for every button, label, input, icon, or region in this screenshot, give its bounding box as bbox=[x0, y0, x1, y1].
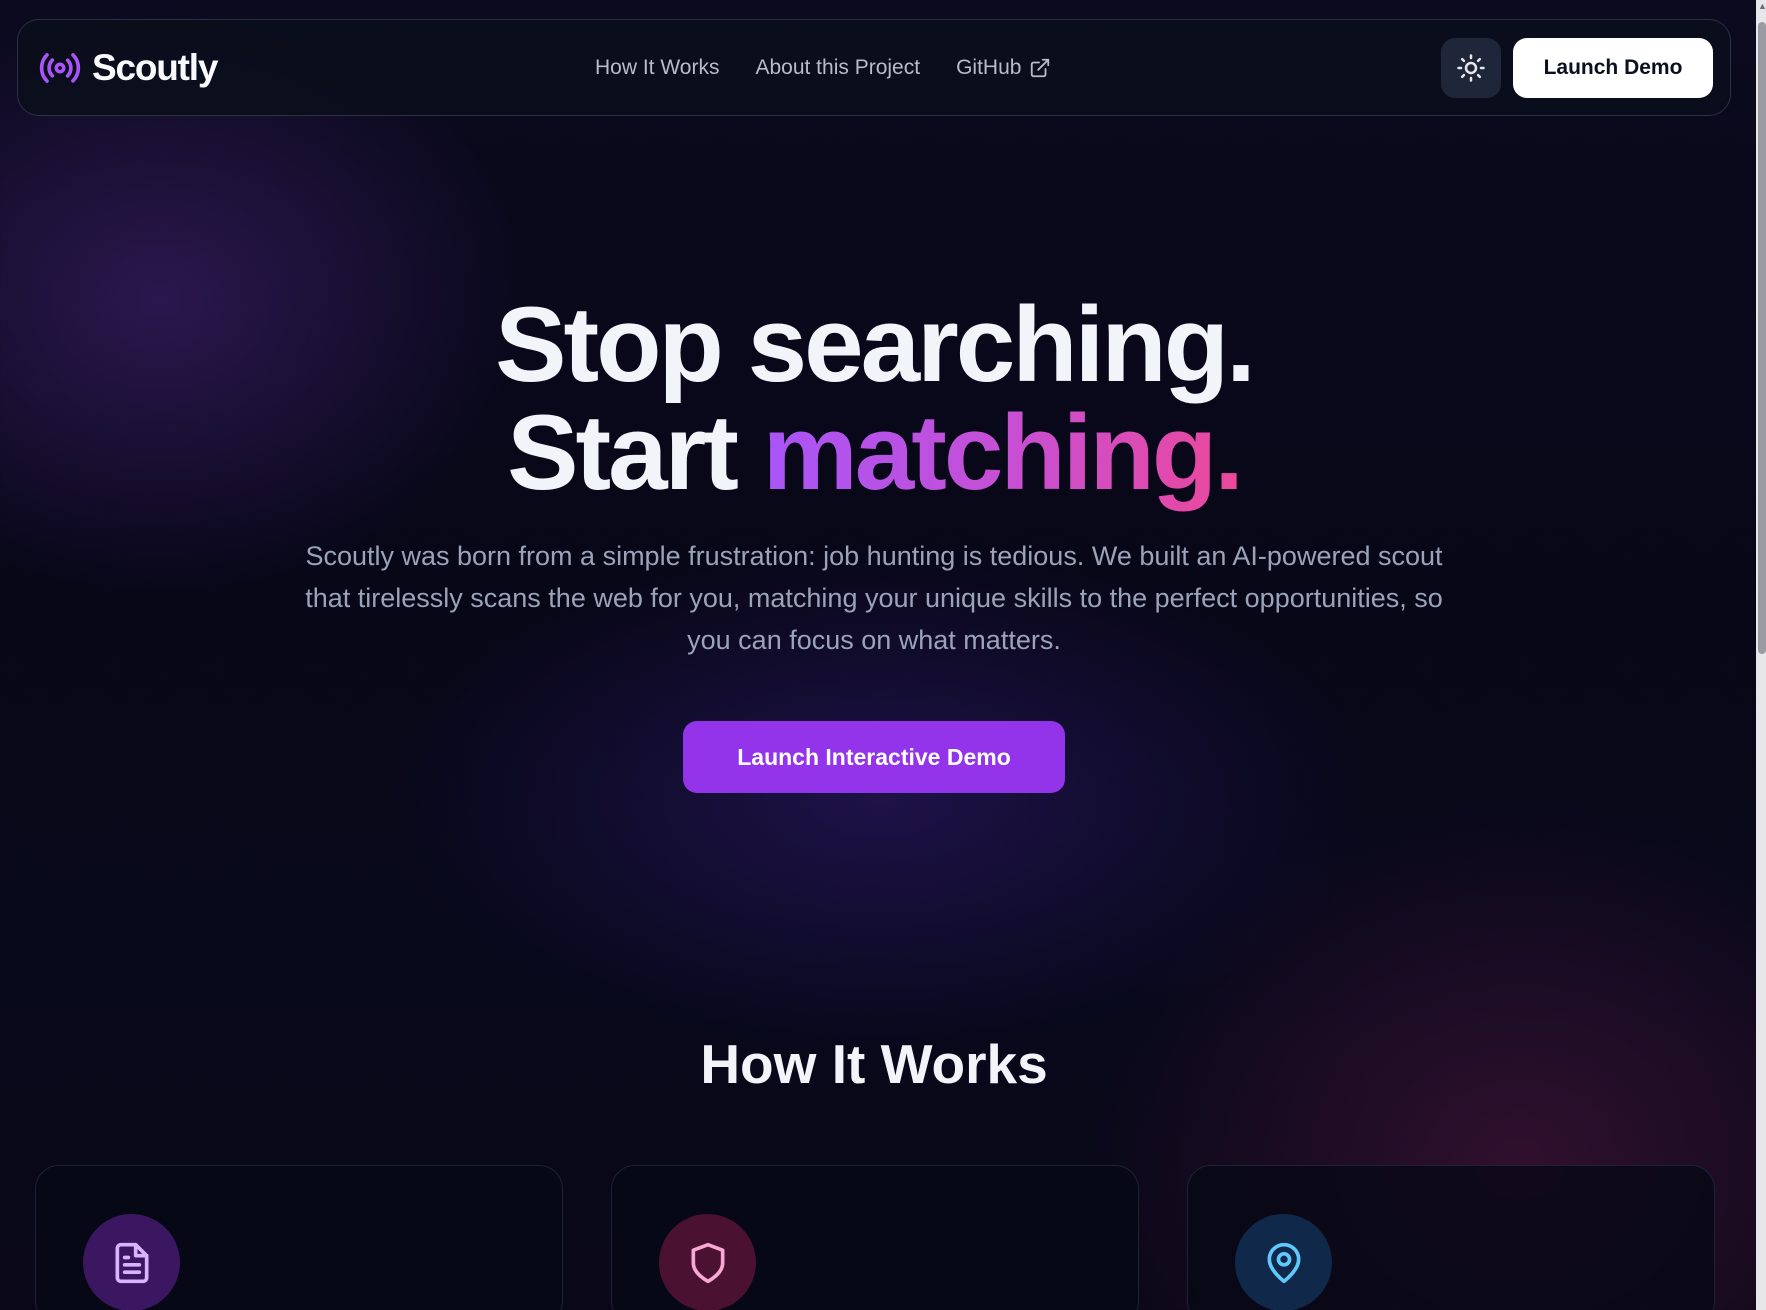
nav-link-label: GitHub bbox=[956, 55, 1022, 79]
how-it-works-title: How It Works bbox=[700, 1033, 1048, 1095]
how-it-works-card-location bbox=[1187, 1165, 1715, 1310]
nav-link-how-it-works[interactable]: How It Works bbox=[595, 56, 719, 80]
page-scrollbar-thumb[interactable] bbox=[1758, 22, 1766, 654]
nav-link-about[interactable]: About this Project bbox=[755, 56, 920, 80]
brand-name: Scoutly bbox=[92, 46, 218, 88]
sun-icon bbox=[1457, 54, 1485, 82]
scroll-up-arrow-icon[interactable]: ▲ bbox=[1758, 0, 1766, 12]
nav-link-label: About this Project bbox=[755, 55, 921, 79]
card-icon-badge bbox=[659, 1214, 756, 1310]
card-icon-badge bbox=[1235, 1214, 1332, 1310]
hero-title: Stop searching. Start matching. bbox=[0, 290, 1748, 506]
launch-interactive-demo-button[interactable]: Launch Interactive Demo bbox=[683, 721, 1065, 793]
top-navbar: Scoutly How It Works About this Project … bbox=[17, 19, 1731, 116]
nav-links: How It Works About this Project GitHub bbox=[595, 20, 1087, 115]
radio-broadcast-icon bbox=[39, 52, 81, 83]
document-icon bbox=[115, 1242, 148, 1283]
nav-link-label: How It Works bbox=[595, 55, 720, 79]
how-it-works-card-privacy bbox=[611, 1165, 1139, 1310]
hero-title-highlight: matching. bbox=[762, 392, 1244, 512]
hero-title-line2-plain: Start bbox=[507, 392, 763, 512]
how-it-works-card-resume bbox=[35, 1165, 563, 1310]
theme-toggle-button[interactable] bbox=[1441, 38, 1501, 98]
hero-title-line1: Stop searching. bbox=[495, 284, 1256, 404]
card-icon-badge bbox=[83, 1214, 180, 1310]
nav-link-github[interactable]: GitHub bbox=[956, 56, 1051, 80]
hero-subtitle: Scoutly was born from a simple frustrati… bbox=[305, 541, 1443, 655]
shield-icon bbox=[691, 1242, 724, 1283]
brand-logo[interactable]: Scoutly bbox=[38, 20, 218, 115]
launch-demo-button[interactable]: Launch Demo bbox=[1513, 38, 1713, 98]
map-pin-icon bbox=[1267, 1242, 1300, 1283]
external-link-icon bbox=[1031, 58, 1050, 77]
